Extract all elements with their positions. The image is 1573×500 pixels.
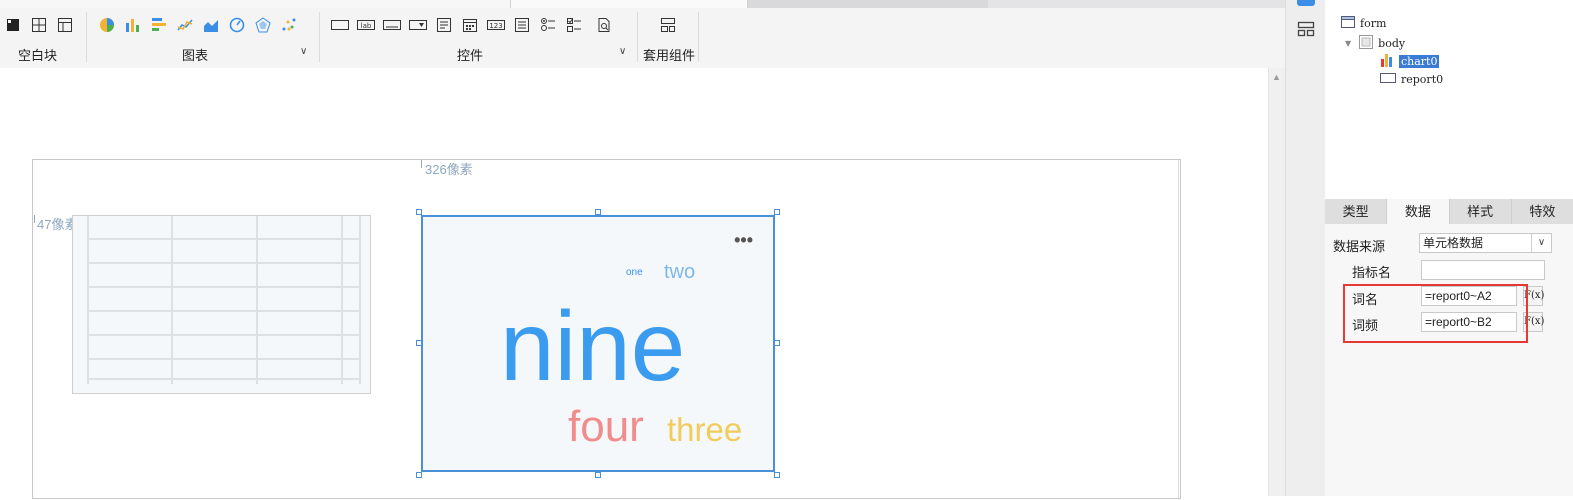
combobox-icon[interactable]	[409, 16, 427, 34]
canvas-vertical-scrollbar[interactable]: ▲	[1268, 68, 1285, 496]
tree-node-report0[interactable]: report0	[1380, 73, 1443, 86]
tab-strip	[0, 0, 1285, 8]
chart0-wordcloud-widget[interactable]: ••• one two nine four three	[421, 215, 775, 472]
annotation-highlight-box	[1343, 284, 1528, 343]
tree-node-form[interactable]: form	[1341, 16, 1386, 31]
pie-chart-icon[interactable]	[98, 16, 116, 34]
tab-type[interactable]: 类型	[1325, 199, 1388, 224]
toolbar-group-templates-label: 套用组件	[643, 48, 696, 63]
word-nine: nine	[500, 291, 686, 401]
chart-node-icon	[1380, 53, 1394, 70]
resize-handle-bottom-right[interactable]	[774, 472, 780, 478]
widget-tree: form ▼ body chart0 report0	[1325, 0, 1573, 200]
grid-layout-icon[interactable]	[56, 16, 74, 34]
text-area-icon[interactable]	[513, 16, 531, 34]
layout-panel-icon[interactable]	[1297, 20, 1315, 41]
resize-handle-bottom-left[interactable]	[416, 472, 422, 478]
charts-dropdown-icon[interactable]: ∨	[300, 46, 307, 57]
word-two: two	[664, 261, 696, 283]
active-tab[interactable]	[510, 0, 748, 8]
date-icon[interactable]	[461, 16, 479, 34]
toolbar-group-charts: 图表 ∨	[98, 8, 316, 66]
area-chart-icon[interactable]	[202, 16, 220, 34]
number-icon[interactable]: 123	[487, 16, 505, 34]
svg-text:lab: lab	[361, 22, 372, 30]
word-one: one	[626, 267, 643, 278]
scatter-chart-icon[interactable]	[280, 16, 298, 34]
gauge-icon[interactable]	[228, 16, 246, 34]
resize-handle-right[interactable]	[774, 340, 780, 346]
side-icon-strip	[1285, 0, 1325, 496]
bar-chart-icon[interactable]	[124, 16, 142, 34]
toolbar-group-controls: lab 123 控件 ∨	[331, 8, 633, 66]
textbox-icon[interactable]	[331, 16, 349, 34]
width-guide-label: 326像素	[425, 162, 473, 177]
toolbar-group-charts-label: 图表	[182, 48, 209, 63]
metric-name-label: 指标名	[1352, 265, 1392, 280]
word-three: three	[667, 411, 743, 448]
svg-text:123: 123	[489, 22, 502, 30]
toolbar-group-blank-label: 空白块	[18, 48, 58, 63]
button-icon[interactable]	[383, 16, 401, 34]
tree-node-chart0[interactable]: chart0	[1380, 53, 1440, 70]
tab-data[interactable]: 数据	[1387, 199, 1450, 224]
label-icon[interactable]: lab	[357, 16, 375, 34]
split-layout-icon[interactable]	[30, 16, 48, 34]
line-chart-icon[interactable]	[176, 16, 194, 34]
tab-style[interactable]: 样式	[1450, 199, 1512, 224]
toolbar-group-controls-label: 控件	[457, 48, 484, 63]
radio-group-icon[interactable]	[539, 16, 557, 34]
block-icon[interactable]	[4, 16, 22, 34]
template-icon[interactable]	[659, 16, 677, 34]
property-tabs: 类型 数据 样式 特效	[1325, 199, 1573, 224]
chevron-down-icon[interactable]: ∨	[1531, 234, 1551, 252]
resize-handle-top[interactable]	[595, 209, 601, 215]
report0-widget[interactable]	[72, 215, 371, 394]
resize-handle-bottom[interactable]	[595, 472, 601, 478]
report-node-icon	[1380, 73, 1396, 86]
checkbox-group-icon[interactable]	[565, 16, 583, 34]
toolbar-group-templates: 套用组件	[641, 8, 699, 66]
body-icon	[1359, 35, 1374, 52]
controls-dropdown-icon[interactable]: ∨	[619, 46, 626, 57]
scroll-up-icon[interactable]: ▲	[1272, 72, 1281, 82]
more-options-icon[interactable]: •••	[734, 231, 753, 249]
components-panel-icon[interactable]	[1297, 0, 1315, 6]
resize-handle-top-right[interactable]	[774, 209, 780, 215]
tree-node-body[interactable]: ▼ body	[1345, 35, 1405, 52]
list-icon[interactable]	[435, 16, 453, 34]
tab-effects[interactable]: 特效	[1512, 199, 1573, 224]
word-four: four	[568, 402, 644, 451]
resize-handle-left[interactable]	[416, 340, 422, 346]
file-preview-icon[interactable]	[595, 16, 613, 34]
toolbar-group-blank: 空白块	[4, 8, 84, 66]
horizontal-bar-icon[interactable]	[150, 16, 168, 34]
metric-name-input[interactable]	[1421, 260, 1545, 280]
data-source-select[interactable]: 单元格数据 ∨	[1419, 233, 1552, 253]
resize-handle-top-left[interactable]	[416, 209, 422, 215]
tree-collapse-icon[interactable]: ▼	[1345, 39, 1351, 48]
radar-chart-icon[interactable]	[254, 16, 272, 34]
toolbar: 空白块 图表 ∨ lab 123 控件 ∨ 套用组件	[0, 0, 1285, 68]
form-icon	[1341, 16, 1355, 31]
data-source-label: 数据来源	[1333, 239, 1386, 254]
